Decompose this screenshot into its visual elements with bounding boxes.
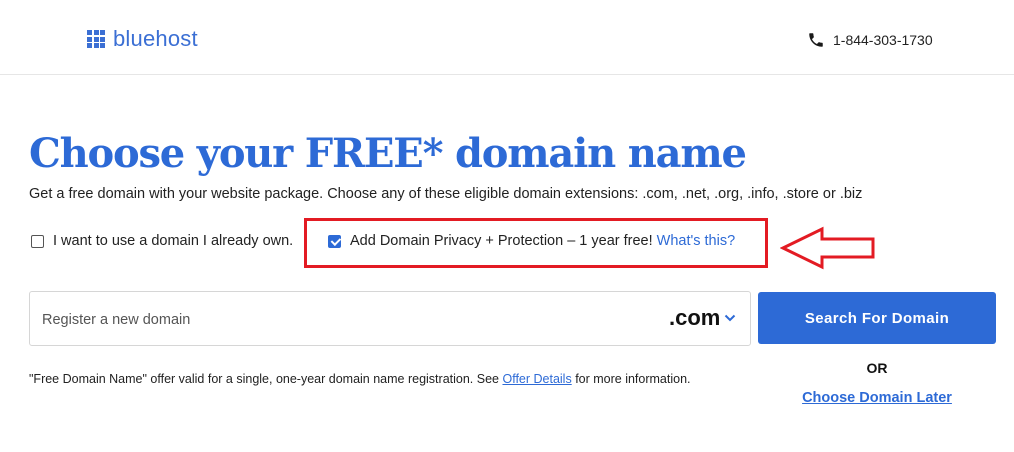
domain-privacy-label: Add Domain Privacy + Protection – 1 year… (350, 233, 653, 249)
grid-logo-icon (87, 30, 105, 48)
offer-details-link[interactable]: Offer Details (502, 372, 571, 386)
chevron-down-icon (725, 314, 736, 322)
existing-domain-label: I want to use a domain I already own. (53, 233, 294, 249)
choose-domain-later-link[interactable]: Choose Domain Later (758, 390, 996, 406)
bluehost-logo[interactable]: bluehost (87, 26, 198, 52)
page-subtitle: Get a free domain with your website pack… (29, 186, 863, 202)
tld-selected-value: .com (669, 305, 721, 330)
brand-name: bluehost (113, 26, 198, 51)
search-domain-button[interactable]: Search For Domain (758, 292, 996, 344)
existing-domain-option[interactable]: I want to use a domain I already own. (31, 233, 293, 249)
phone-icon (809, 33, 823, 47)
domain-search-box: .com (29, 291, 751, 346)
domain-privacy-checkbox[interactable] (328, 234, 341, 248)
tld-dropdown[interactable]: .com (669, 305, 736, 331)
disclaimer-text-after: for more information. (571, 372, 691, 386)
site-header: bluehost 1-844-303-1730 (0, 0, 1014, 75)
existing-domain-checkbox[interactable] (31, 234, 44, 248)
whats-this-link[interactable]: What's this? (657, 233, 736, 249)
phone-contact[interactable]: 1-844-303-1730 (807, 31, 933, 49)
free-domain-disclaimer: "Free Domain Name" offer valid for a sin… (29, 372, 691, 386)
or-separator: OR (866, 360, 888, 376)
phone-number: 1-844-303-1730 (833, 32, 933, 48)
page-title: Choose your FREE* domain name (29, 130, 747, 177)
domain-search-input[interactable] (40, 304, 604, 336)
arrow-left-icon (780, 226, 875, 270)
domain-privacy-option[interactable]: Add Domain Privacy + Protection – 1 year… (328, 233, 735, 249)
disclaimer-text-before: "Free Domain Name" offer valid for a sin… (29, 372, 503, 386)
